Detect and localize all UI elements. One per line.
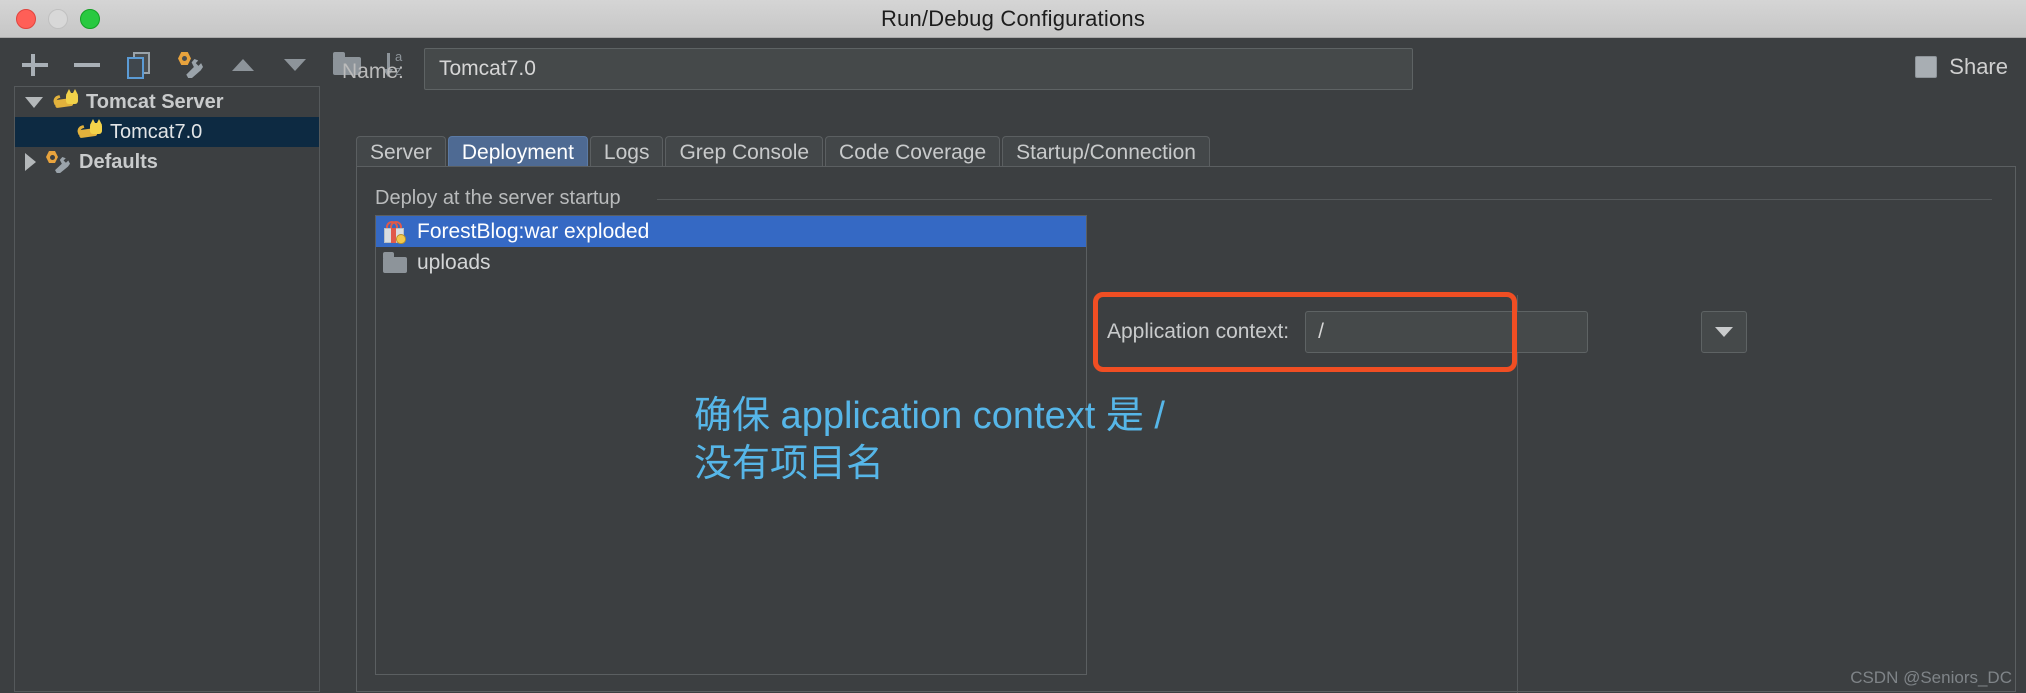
window-titlebar: Run/Debug Configurations xyxy=(0,0,2026,38)
folder-icon xyxy=(382,251,408,274)
tree-item-label: Tomcat7.0 xyxy=(110,120,203,143)
vertical-divider xyxy=(1517,295,1518,693)
application-context-label: Application context: xyxy=(1107,320,1290,343)
dialog-body: az Name: Tomcat7.0 Share Tomcat Server T… xyxy=(0,38,2026,693)
tab-grep-console[interactable]: Grep Console xyxy=(665,136,824,168)
edit-defaults-icon[interactable] xyxy=(176,50,206,80)
deployment-panel: Deploy at the server startup ForestBlog:… xyxy=(356,166,2016,693)
remove-icon[interactable] xyxy=(72,50,102,80)
configurations-tree[interactable]: Tomcat Server Tomcat7.0 Defaults xyxy=(14,86,320,692)
tab-code-coverage[interactable]: Code Coverage xyxy=(825,136,1001,168)
tree-item-label: Tomcat Server xyxy=(86,90,224,113)
name-label: Name: xyxy=(342,60,404,83)
share-control[interactable]: Share xyxy=(1915,54,2008,80)
window-title: Run/Debug Configurations xyxy=(880,5,1146,31)
tree-item-tomcat7[interactable]: Tomcat7.0 xyxy=(15,117,319,147)
watermark: CSDN @Seniors_DC xyxy=(1850,668,2012,687)
tomcat-cat-icon xyxy=(75,119,103,142)
tree-item-defaults[interactable]: Defaults xyxy=(15,147,319,177)
application-context-row: Application context: / xyxy=(1107,311,1748,353)
artifact-label: ForestBlog:war exploded xyxy=(417,219,650,243)
tree-item-label: Defaults xyxy=(79,150,158,173)
annotation-text: 确保 application context 是 / 没有项目名 xyxy=(694,395,1165,485)
list-item[interactable]: ForestBlog:war exploded xyxy=(376,216,1086,247)
list-item[interactable]: uploads xyxy=(376,247,1086,278)
context-spacer xyxy=(1588,311,1701,353)
tomcat-cat-icon xyxy=(51,89,79,112)
move-up-icon[interactable] xyxy=(228,50,258,80)
application-context-input[interactable]: / xyxy=(1305,311,1589,353)
tab-server[interactable]: Server xyxy=(356,136,446,168)
application-context-dropdown[interactable] xyxy=(1701,311,1748,353)
artifact-label: uploads xyxy=(417,250,491,274)
add-icon[interactable] xyxy=(20,50,50,80)
chevron-right-icon[interactable] xyxy=(25,153,36,171)
section-divider xyxy=(657,199,1992,200)
artifact-icon xyxy=(382,220,408,244)
tab-logs[interactable]: Logs xyxy=(589,136,664,168)
chevron-down-icon xyxy=(1715,327,1734,337)
editor-tabs: Server Deployment Logs Grep Console Code… xyxy=(356,134,1212,168)
share-label: Share xyxy=(1949,54,2008,79)
move-down-icon[interactable] xyxy=(280,50,310,80)
wrench-gear-icon xyxy=(46,151,72,173)
configuration-editor: Server Deployment Logs Grep Console Code… xyxy=(340,86,2026,693)
copy-configuration-icon[interactable] xyxy=(124,50,154,80)
deploy-section-title: Deploy at the server startup xyxy=(375,187,631,210)
name-input[interactable]: Tomcat7.0 xyxy=(424,48,1413,90)
tree-item-tomcat-server[interactable]: Tomcat Server xyxy=(15,87,319,117)
tab-startup-connection[interactable]: Startup/Connection xyxy=(1002,136,1210,168)
tab-deployment[interactable]: Deployment xyxy=(447,136,588,168)
share-checkbox[interactable] xyxy=(1915,56,1938,78)
chevron-down-icon[interactable] xyxy=(25,96,43,108)
